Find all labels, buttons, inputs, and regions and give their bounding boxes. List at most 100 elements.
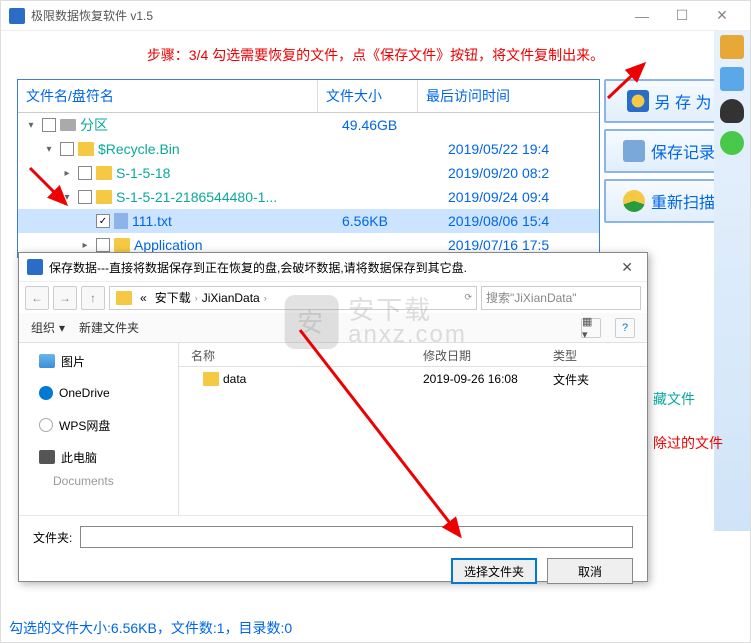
window-title: 极限数据恢复软件 v1.5 [31, 7, 622, 24]
dialog-list[interactable]: 名称 修改日期 类型 data 2019-09-26 16:08 文件夹 [179, 343, 647, 515]
minimize-button[interactable]: — [622, 2, 662, 30]
app-icon [9, 8, 25, 24]
row-size: 49.46GB [342, 117, 397, 133]
list-header: 名称 修改日期 类型 [179, 343, 647, 367]
folder-icon [114, 238, 130, 252]
bc-seg-2[interactable]: JiXianData [198, 291, 264, 305]
drive-icon [60, 119, 76, 131]
col-size[interactable]: 文件大小 [318, 80, 418, 112]
nav-back-button[interactable]: ← [25, 286, 49, 310]
deleted-files-text: 除过的文件 [653, 433, 723, 453]
folder-icon [116, 291, 132, 305]
tree-wps[interactable]: WPS网盘 [27, 413, 170, 437]
checkbox[interactable] [96, 214, 110, 228]
table-row[interactable]: ▾$Recycle.Bin2019/05/22 19:4 [18, 137, 599, 161]
tree-pictures[interactable]: 图片 [27, 349, 170, 373]
file-panel: 文件名/盘符名 文件大小 最后访问时间 ▾ 分区 49.46GB ▾$Recycle.… [17, 79, 600, 258]
checkbox[interactable] [78, 166, 92, 180]
nav-up-button[interactable]: ↑ [81, 286, 105, 310]
rescan-label: 重新扫描 [651, 189, 715, 213]
organize-button[interactable]: 组织 ▾ [31, 319, 65, 336]
list-item[interactable]: data 2019-09-26 16:08 文件夹 [179, 367, 647, 391]
checkbox[interactable] [78, 190, 92, 204]
row-date: 2019/09/20 08:2 [448, 165, 549, 181]
titlebar: 极限数据恢复软件 v1.5 — ☐ ✕ [1, 1, 750, 31]
new-folder-button[interactable]: 新建文件夹 [79, 319, 139, 336]
dialog-nav: ← → ↑ « 安下载› JiXianData› ⟳ 搜索"JiXianData… [19, 281, 647, 313]
row-label: S-1-5-21-2186544480-1... [116, 189, 277, 205]
checkbox[interactable] [96, 238, 110, 252]
help-icon[interactable] [720, 131, 744, 155]
star-icon [627, 90, 649, 112]
save-as-label: 另 存 为 [655, 89, 712, 113]
maximize-button[interactable]: ☐ [662, 2, 702, 30]
folder-icon [203, 372, 219, 386]
hdr-type[interactable]: 类型 [549, 343, 647, 366]
row-label: S-1-5-18 [116, 165, 170, 181]
wps-icon [39, 418, 53, 432]
dialog-footer: 文件夹: 选择文件夹 取消 [19, 515, 647, 594]
col-date[interactable]: 最后访问时间 [418, 80, 599, 112]
doc-icon [114, 213, 128, 229]
folder-label: 文件夹: [33, 529, 72, 546]
tree-onedrive[interactable]: OneDrive [27, 381, 170, 405]
view-options-button[interactable]: ▦ ▾ [581, 318, 601, 338]
dialog-title: 保存数据---直接将数据保存到正在恢复的盘,会破坏数据,请将数据保存到其它盘. [49, 259, 467, 276]
refresh-icon [623, 190, 645, 212]
row-date: 2019/09/24 09:4 [448, 189, 549, 205]
file-header: 文件名/盘符名 文件大小 最后访问时间 [18, 80, 599, 113]
folder-icon [96, 190, 112, 204]
file-tree[interactable]: ▾ 分区 49.46GB ▾$Recycle.Bin2019/05/22 19:4 ▸ S… [18, 113, 599, 257]
col-name[interactable]: 文件名/盘符名 [18, 80, 318, 112]
row-label: 111.txt [132, 213, 172, 229]
expander-icon[interactable]: ▸ [78, 240, 92, 251]
expander-icon[interactable]: ▾ [24, 120, 38, 131]
dialog-close-button[interactable]: ✕ [615, 259, 639, 276]
tree-thispc[interactable]: 此电脑 [27, 445, 170, 469]
checkbox[interactable] [60, 142, 74, 156]
dialog-tree[interactable]: 图片 OneDrive WPS网盘 此电脑 Documents [19, 343, 179, 515]
table-row[interactable]: ▾ 分区 49.46GB [18, 113, 599, 137]
search-input[interactable]: 搜索"JiXianData" [481, 286, 641, 310]
row-date: 2019/07/16 17:5 [448, 237, 549, 253]
dialog-toolbar: 组织 ▾ 新建文件夹 ▦ ▾ ? [19, 313, 647, 343]
hdr-name[interactable]: 名称 [179, 343, 419, 366]
row-date: 2019/05/22 19:4 [448, 141, 549, 157]
breadcrumb-dropdown[interactable]: ⟳ [464, 292, 472, 303]
bc-seg-0[interactable]: « [136, 291, 151, 305]
breadcrumb[interactable]: « 安下载› JiXianData› ⟳ [109, 286, 477, 310]
save-dialog: 保存数据---直接将数据保存到正在恢复的盘,会破坏数据,请将数据保存到其它盘. … [18, 252, 648, 582]
table-row[interactable]: ▸ S-1-5-18 2019/09/20 08:2 [18, 161, 599, 185]
row-label: Application [134, 237, 203, 253]
dialog-button-row: 选择文件夹 取消 [33, 558, 633, 584]
expander-icon[interactable]: ▾ [60, 192, 74, 203]
tree-documents[interactable]: Documents [27, 469, 170, 493]
nav-fwd-button[interactable]: → [53, 286, 77, 310]
folder-input-row: 文件夹: [33, 526, 633, 548]
tool-icon-2[interactable] [720, 67, 744, 91]
folder-icon [96, 166, 112, 180]
dialog-body: 图片 OneDrive WPS网盘 此电脑 Documents 名称 修改日期 … [19, 343, 647, 515]
pc-icon [39, 450, 55, 464]
cancel-button[interactable]: 取消 [547, 558, 633, 584]
qq-icon[interactable] [720, 99, 744, 123]
tool-icon-1[interactable] [720, 35, 744, 59]
hdr-date[interactable]: 修改日期 [419, 343, 549, 366]
dialog-icon [27, 259, 43, 275]
save-log-label: 保存记录 [651, 139, 715, 163]
hidden-files-text: 藏文件 [653, 389, 695, 409]
step-instruction: 步骤：3/4 勾选需要恢复的文件，点《保存文件》按钮，将文件复制出来。 [1, 31, 750, 79]
checkbox[interactable] [42, 118, 56, 132]
expander-icon[interactable]: ▾ [42, 144, 56, 155]
folder-input[interactable] [80, 526, 633, 548]
help-button[interactable]: ? [615, 318, 635, 338]
window-controls: — ☐ ✕ [622, 2, 742, 30]
row-label: 分区 [80, 115, 108, 135]
table-row[interactable]: ▾ S-1-5-21-2186544480-1... 2019/09/24 09:4 [18, 185, 599, 209]
select-folder-button[interactable]: 选择文件夹 [451, 558, 537, 584]
folder-icon [78, 142, 94, 156]
table-row[interactable]: 111.txt6.56KB2019/08/06 15:4 [18, 209, 599, 233]
bc-seg-1[interactable]: 安下载 [151, 289, 195, 306]
close-button[interactable]: ✕ [702, 2, 742, 30]
expander-icon[interactable]: ▸ [60, 168, 74, 179]
